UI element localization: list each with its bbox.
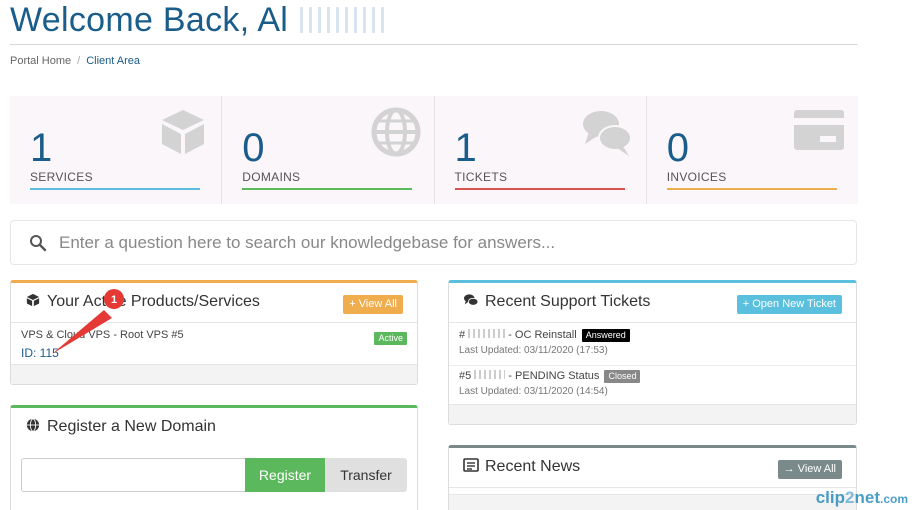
- tickets-panel-header: Recent Support Tickets + Open New Ticket: [449, 283, 856, 323]
- stat-value: 1: [454, 126, 477, 170]
- cube-icon: [162, 110, 205, 154]
- stat-tile-services[interactable]: 1 SERVICES: [10, 96, 223, 204]
- breadcrumb-separator: /: [77, 55, 81, 67]
- stat-value: 0: [242, 126, 265, 170]
- credit-card-icon: [794, 110, 844, 150]
- newspaper-icon: [463, 458, 479, 472]
- stats-row: 1 SERVICES 0 DOMAINS 1 TICKETS 0 INVOICE…: [10, 96, 858, 204]
- ticket-last-updated: Last Updated: 03/11/2020 (14:54): [459, 386, 608, 397]
- view-all-products-button[interactable]: + View All: [343, 295, 403, 314]
- stat-label: TICKETS: [454, 170, 508, 184]
- globe-icon: [371, 107, 420, 157]
- news-panel-header: Recent News → View All: [449, 448, 856, 488]
- domain-search-input[interactable]: [21, 458, 245, 492]
- stat-label: SERVICES: [30, 170, 93, 184]
- cube-icon: [26, 293, 40, 307]
- stat-tile-tickets[interactable]: 1 TICKETS: [435, 96, 647, 204]
- stat-label: DOMAINS: [242, 170, 301, 184]
- kb-search-box: [10, 220, 857, 265]
- ticket-status-badge: Answered: [581, 329, 630, 342]
- stat-underline: [30, 188, 200, 190]
- stat-value: 0: [666, 126, 689, 170]
- open-new-ticket-button[interactable]: + Open New Ticket: [736, 295, 842, 314]
- annotation-number: 1: [111, 294, 117, 306]
- ticket-item[interactable]: # - OC Reinstall Answered Last Updated: …: [459, 329, 630, 356]
- comments-icon: [582, 111, 632, 156]
- view-all-news-button[interactable]: → View All: [777, 460, 842, 479]
- stat-underline: [454, 188, 625, 190]
- ticket-subject: - OC Reinstall: [505, 329, 577, 341]
- breadcrumb-client-area: Client Area: [86, 55, 141, 67]
- stat-tile-invoices[interactable]: 0 INVOICES: [647, 96, 858, 204]
- watermark-logo: clip2net.com: [815, 488, 908, 507]
- header-divider: [10, 44, 858, 45]
- register-domain-title: Register a New Domain: [25, 418, 216, 436]
- page-title: Welcome Back, Al: [10, 0, 385, 40]
- stat-label: INVOICES: [666, 170, 727, 184]
- redacted-ticket-id: [465, 329, 506, 338]
- kb-search-input[interactable]: [59, 227, 839, 259]
- ticket-status-badge: Closed: [604, 370, 641, 383]
- register-domain-header: Register a New Domain: [11, 408, 417, 448]
- stat-value: 1: [30, 126, 53, 170]
- transfer-button[interactable]: Transfer: [325, 458, 407, 492]
- panel-footer: [449, 404, 856, 424]
- stat-tile-domains[interactable]: 0 DOMAINS: [222, 96, 435, 204]
- stat-underline: [666, 188, 837, 190]
- stat-underline: [242, 188, 413, 190]
- ticket-ref: #5: [459, 370, 472, 382]
- register-domain-panel: Register a New Domain Register Transfer: [10, 405, 418, 510]
- panel-footer: [449, 494, 856, 510]
- tickets-panel: Recent Support Tickets + Open New Ticket…: [448, 280, 857, 425]
- panel-footer: [11, 364, 417, 384]
- news-panel: Recent News → View All: [448, 445, 857, 510]
- globe-icon: [26, 418, 40, 432]
- status-badge: Active: [374, 332, 407, 345]
- comments-icon: [464, 294, 479, 306]
- tickets-panel-title: Recent Support Tickets: [463, 293, 650, 311]
- ticket-item[interactable]: #5 - PENDING Status Closed Last Updated:…: [459, 370, 641, 397]
- ticket-last-updated: Last Updated: 03/11/2020 (17:53): [459, 345, 608, 356]
- redacted-name: [294, 7, 385, 33]
- search-icon: [30, 235, 47, 252]
- annotation-arrow: 1: [52, 289, 124, 354]
- ticket-subject: - PENDING Status: [505, 370, 600, 382]
- breadcrumb: Portal Home / Client Area: [10, 55, 140, 67]
- breadcrumb-portal-home[interactable]: Portal Home: [10, 55, 71, 67]
- register-button[interactable]: Register: [245, 458, 325, 492]
- ticket-divider: [449, 365, 856, 366]
- news-panel-title: Recent News: [463, 458, 580, 476]
- redacted-ticket-id: [471, 370, 506, 379]
